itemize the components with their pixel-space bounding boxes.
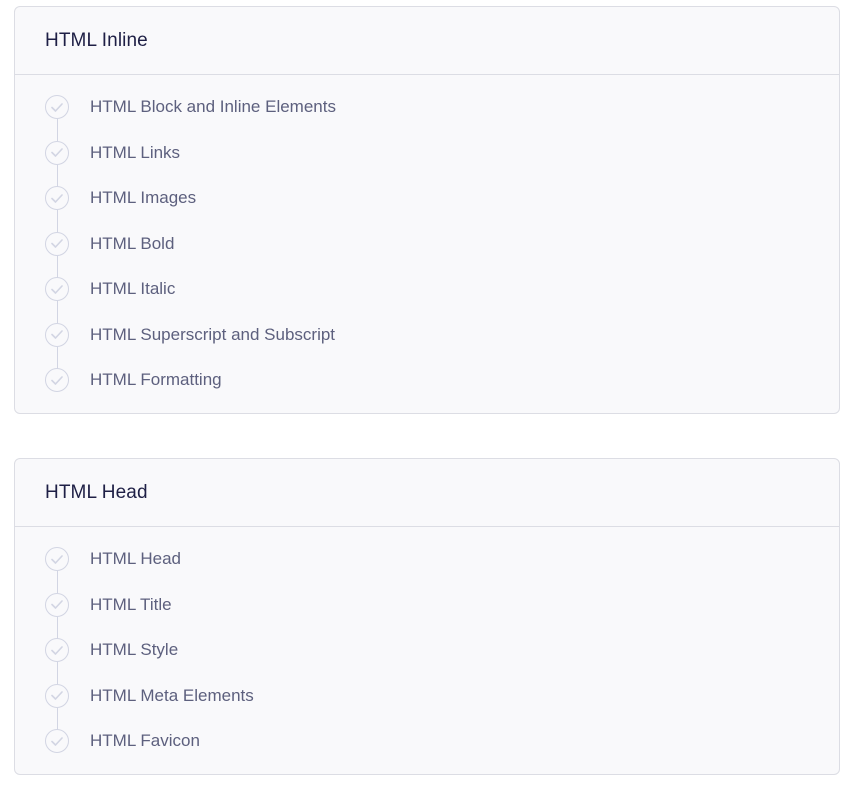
lesson-item[interactable]: HTML Formatting [45,368,839,414]
progress-connector [56,255,58,278]
lesson-item[interactable]: HTML Italic [45,277,839,323]
progress-connector [56,707,58,730]
section-card-html-head: HTML Head HTML Head HTML Title HTML Styl… [14,458,840,775]
progress-connector [56,662,58,684]
section-header[interactable]: HTML Inline [15,7,839,75]
lesson-item[interactable]: HTML Meta Elements [45,683,839,730]
progress-connector [56,346,58,369]
progress-connector [56,301,58,323]
lesson-item[interactable]: HTML Bold [45,231,839,278]
lesson-item[interactable]: HTML Block and Inline Elements [45,95,839,141]
lesson-link[interactable]: HTML Bold [90,232,174,256]
check-circle-icon [45,140,69,165]
section-title: HTML Inline [45,29,148,51]
lesson-link[interactable]: HTML Meta Elements [90,684,254,708]
lesson-link[interactable]: HTML Title [90,593,172,617]
lesson-item[interactable]: HTML Superscript and Subscript [45,322,839,369]
progress-connector [56,616,58,639]
progress-connector [56,164,58,187]
section-header[interactable]: HTML Head [15,459,839,527]
lesson-item[interactable]: HTML Title [45,592,839,639]
check-circle-icon [45,277,69,301]
lesson-link[interactable]: HTML Images [90,186,196,210]
lesson-item[interactable]: HTML Images [45,186,839,232]
lesson-item[interactable]: HTML Head [45,547,839,593]
lesson-link[interactable]: HTML Style [90,638,178,662]
lesson-item[interactable]: HTML Links [45,140,839,187]
lesson-link[interactable]: HTML Favicon [90,729,200,753]
check-circle-icon [45,729,69,753]
lesson-link[interactable]: HTML Head [90,547,181,571]
progress-connector [56,119,58,141]
lesson-list: HTML Block and Inline Elements HTML Link… [15,75,839,414]
lesson-link[interactable]: HTML Block and Inline Elements [90,95,336,119]
check-circle-icon [45,547,69,571]
check-circle-icon [45,592,69,617]
section-title: HTML Head [45,481,148,503]
progress-connector [56,571,58,593]
check-circle-icon [45,231,69,256]
lesson-link[interactable]: HTML Formatting [90,368,222,392]
check-circle-icon [45,368,69,392]
lesson-link[interactable]: HTML Italic [90,277,175,301]
lesson-list: HTML Head HTML Title HTML Style HTML Met… [15,527,839,775]
check-circle-icon [45,322,69,347]
check-circle-icon [45,638,69,662]
check-circle-icon [45,95,69,119]
lesson-item[interactable]: HTML Favicon [45,729,839,775]
section-card-html-inline: HTML Inline HTML Block and Inline Elemen… [14,6,840,414]
lesson-link[interactable]: HTML Superscript and Subscript [90,323,335,347]
check-circle-icon [45,186,69,210]
check-circle-icon [45,683,69,708]
lesson-link[interactable]: HTML Links [90,141,180,165]
progress-connector [56,210,58,232]
lesson-item[interactable]: HTML Style [45,638,839,684]
